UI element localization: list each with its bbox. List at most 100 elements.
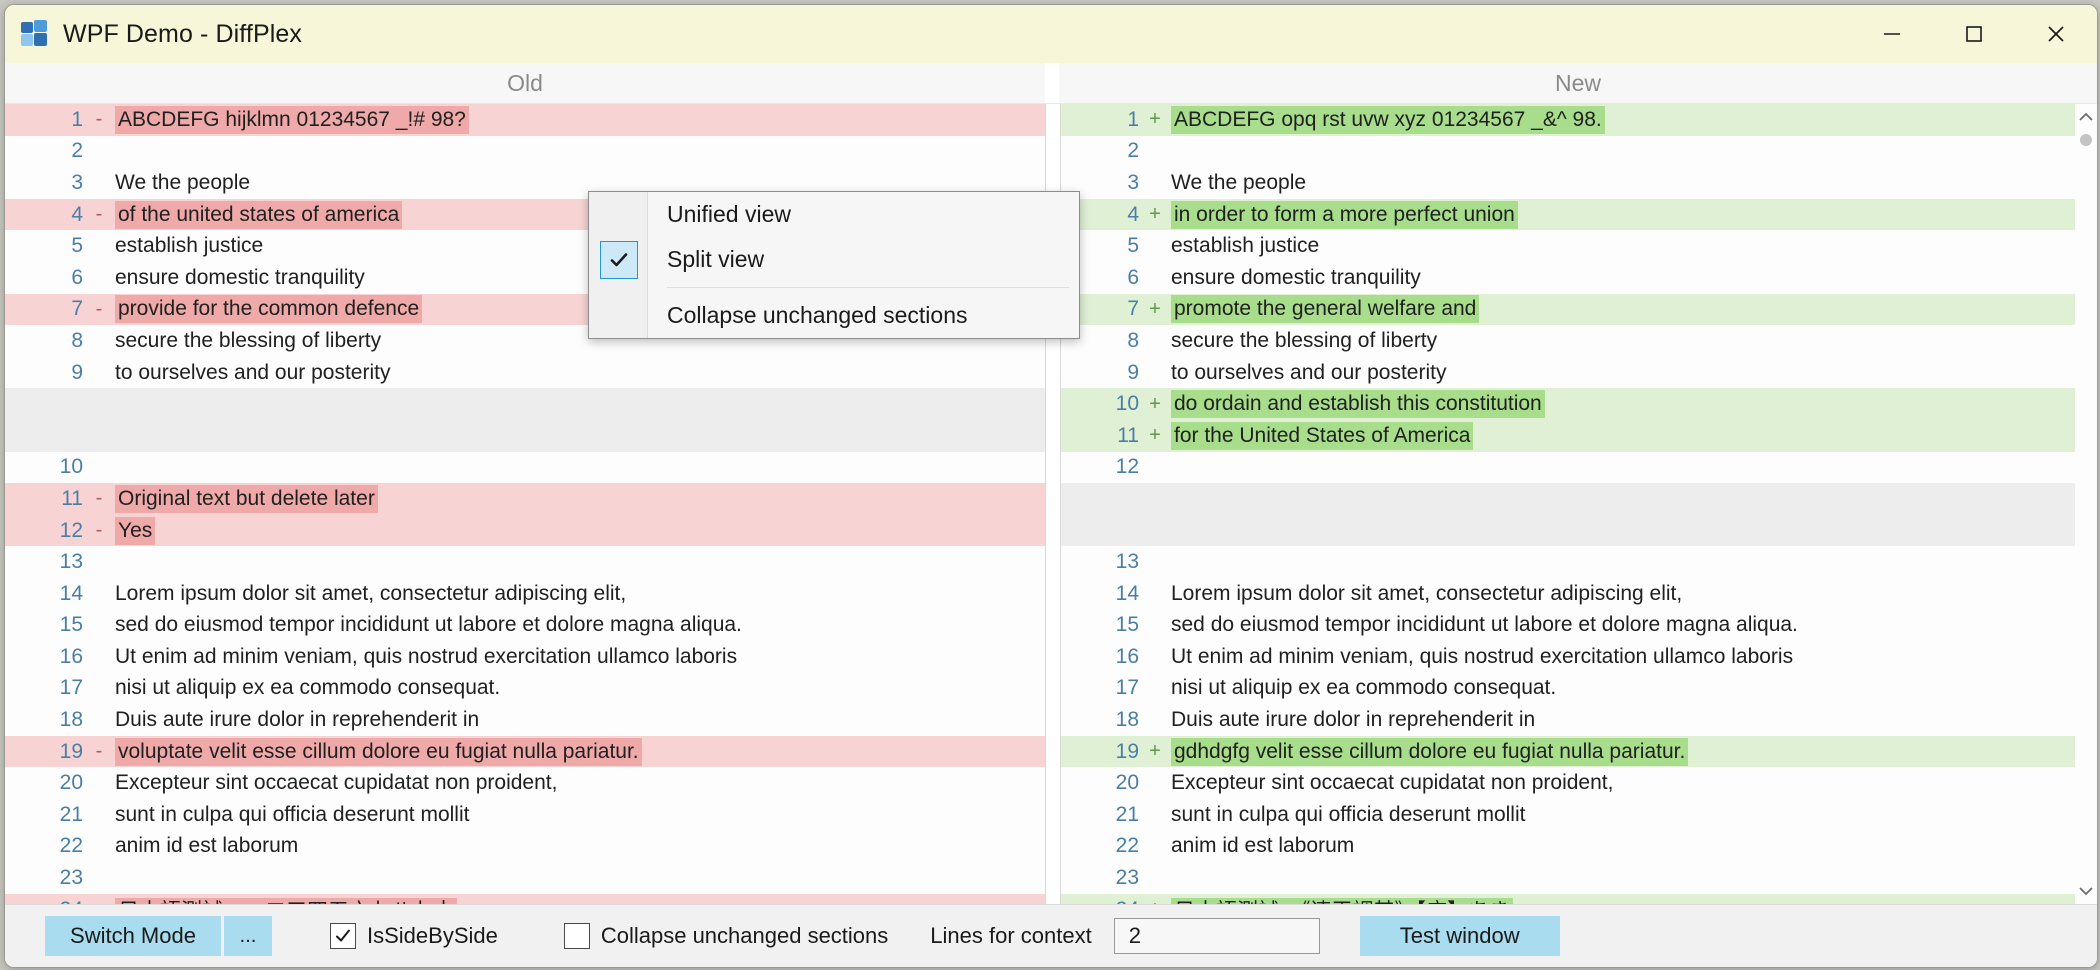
- vertical-scrollbar[interactable]: [2075, 104, 2097, 904]
- diff-row[interactable]: 21sunt in culpa qui officia deserunt mol…: [1061, 799, 2097, 831]
- is-side-by-side-checkbox[interactable]: IsSideBySide: [330, 923, 498, 949]
- diff-row[interactable]: 6ensure domestic tranquility: [1061, 262, 2097, 294]
- diff-line-text: 日本語測試：一二三四五六七八九十: [113, 895, 457, 904]
- line-number: 11: [1061, 424, 1141, 448]
- diff-row[interactable]: 9to ourselves and our posterity: [5, 357, 1045, 389]
- lines-for-context-input[interactable]: 2: [1114, 918, 1320, 954]
- line-number: 17: [5, 676, 85, 700]
- diff-row[interactable]: 1-ABCDEFG hijklmn 01234567 _!# 98?: [5, 104, 1045, 136]
- diff-row[interactable]: 5establish justice: [1061, 230, 2097, 262]
- diff-row[interactable]: 15sed do eiusmod tempor incididunt ut la…: [5, 610, 1045, 642]
- diff-row[interactable]: [1061, 483, 2097, 515]
- diff-row[interactable]: [1061, 515, 2097, 547]
- diff-line-text: nisi ut aliquip ex ea commodo consequat.: [113, 676, 500, 700]
- diff-line-text: to ourselves and our posterity: [113, 361, 390, 385]
- diff-row[interactable]: 23: [5, 862, 1045, 894]
- diff-row[interactable]: [5, 388, 1045, 420]
- new-diff-pane[interactable]: 1+ABCDEFG opq rst uvw xyz 01234567 _&^ 9…: [1061, 104, 2097, 904]
- test-window-button[interactable]: Test window: [1360, 916, 1560, 956]
- diff-row[interactable]: 24+日本語測試：《連平調其》【庄】あき: [1061, 894, 2097, 904]
- maximize-icon[interactable]: [1933, 5, 2015, 63]
- diff-row[interactable]: 16Ut enim ad minim veniam, quis nostrud …: [5, 641, 1045, 673]
- diff-panes: 1-ABCDEFG hijklmn 01234567 _!# 98?23We t…: [5, 104, 2097, 904]
- diff-row[interactable]: 1+ABCDEFG opq rst uvw xyz 01234567 _&^ 9…: [1061, 104, 2097, 136]
- scrollbar-track[interactable]: [2075, 130, 2097, 878]
- diff-row[interactable]: 7+promote the general welfare and: [1061, 294, 2097, 326]
- menu-item-label: Unified view: [589, 201, 791, 228]
- diff-row[interactable]: [5, 420, 1045, 452]
- diff-line-text: Duis aute irure dolor in reprehenderit i…: [113, 708, 479, 732]
- diff-row[interactable]: 4+in order to form a more perfect union: [1061, 199, 2097, 231]
- diff-row[interactable]: 12: [1061, 452, 2097, 484]
- lines-for-context-label: Lines for context: [930, 923, 1091, 949]
- diff-row[interactable]: 23: [1061, 862, 2097, 894]
- line-number: 16: [1061, 645, 1141, 669]
- diff-line-text: 日本語測試：《連平調其》【庄】あき: [1169, 895, 1513, 904]
- menu-item-collapse-unchanged[interactable]: Collapse unchanged sections: [589, 293, 1079, 338]
- diff-row[interactable]: 12-Yes: [5, 515, 1045, 547]
- diff-sign: -: [85, 203, 113, 226]
- line-number: 4: [5, 203, 85, 227]
- line-number: 5: [5, 234, 85, 258]
- diff-row[interactable]: 14Lorem ipsum dolor sit amet, consectetu…: [5, 578, 1045, 610]
- diff-row[interactable]: 8secure the blessing of liberty: [1061, 325, 2097, 357]
- diff-row[interactable]: 20Excepteur sint occaecat cupidatat non …: [1061, 767, 2097, 799]
- diff-highlight: provide for the common defence: [115, 295, 422, 323]
- diff-row[interactable]: 19-voluptate velit esse cillum dolore eu…: [5, 736, 1045, 768]
- line-number: 8: [5, 329, 85, 353]
- collapse-unchanged-checkbox[interactable]: Collapse unchanged sections: [564, 923, 888, 949]
- line-number: 19: [1061, 740, 1141, 764]
- switch-mode-button[interactable]: Switch Mode: [45, 916, 221, 956]
- diff-sign: -: [85, 740, 113, 763]
- diff-row[interactable]: 22anim id est laborum: [5, 831, 1045, 863]
- line-number: 6: [5, 266, 85, 290]
- diff-row[interactable]: 13: [1061, 546, 2097, 578]
- diff-row[interactable]: 18Duis aute irure dolor in reprehenderit…: [5, 704, 1045, 736]
- app-window-icon: [21, 20, 49, 48]
- scrollbar-thumb[interactable]: [2080, 134, 2092, 146]
- diff-row[interactable]: 14Lorem ipsum dolor sit amet, consectetu…: [1061, 578, 2097, 610]
- line-number: 20: [5, 771, 85, 795]
- scroll-down-arrow[interactable]: [2075, 878, 2097, 904]
- scroll-up-arrow[interactable]: [2075, 104, 2097, 130]
- diff-row[interactable]: 11-Original text but delete later: [5, 483, 1045, 515]
- diff-row[interactable]: 2: [5, 136, 1045, 168]
- diff-row[interactable]: 20Excepteur sint occaecat cupidatat non …: [5, 767, 1045, 799]
- line-number: 16: [5, 645, 85, 669]
- close-icon[interactable]: [2015, 5, 2097, 63]
- diff-row[interactable]: 16Ut enim ad minim veniam, quis nostrud …: [1061, 641, 2097, 673]
- view-context-menu[interactable]: Unified view Split view Collapse unchang…: [588, 191, 1080, 339]
- title-bar: WPF Demo - DiffPlex: [5, 5, 2097, 63]
- diff-row[interactable]: 19+gdhdgfg velit esse cillum dolore eu f…: [1061, 736, 2097, 768]
- diff-row[interactable]: 17 nisi ut aliquip ex ea commodo consequa…: [5, 673, 1045, 705]
- diff-row[interactable]: 18Duis aute irure dolor in reprehenderit…: [1061, 704, 2097, 736]
- diff-row[interactable]: 24-日本語測試：一二三四五六七八九十: [5, 894, 1045, 904]
- diff-row[interactable]: 10+do ordain and establish this constitu…: [1061, 388, 2097, 420]
- menu-item-unified-view[interactable]: Unified view: [589, 192, 1079, 237]
- column-headers: Old New: [5, 63, 2097, 104]
- diff-row[interactable]: 17nisi ut aliquip ex ea commodo consequa…: [1061, 673, 2097, 705]
- diff-row[interactable]: 10: [5, 452, 1045, 484]
- diff-row[interactable]: 22anim id est laborum: [1061, 831, 2097, 863]
- diff-row[interactable]: 3We the people: [1061, 167, 2097, 199]
- line-number: 13: [5, 550, 85, 574]
- check-icon: [600, 241, 638, 279]
- diff-row[interactable]: 21sunt in culpa qui officia deserunt mol…: [5, 799, 1045, 831]
- minimize-icon[interactable]: [1851, 5, 1933, 63]
- diff-row[interactable]: 11+for the United States of America: [1061, 420, 2097, 452]
- diff-sign: +: [1141, 740, 1169, 763]
- diff-row[interactable]: 2: [1061, 136, 2097, 168]
- diff-sign: -: [85, 519, 113, 542]
- diff-row[interactable]: 9to ourselves and our posterity: [1061, 357, 2097, 389]
- diff-line-text: provide for the common defence: [113, 297, 422, 321]
- bottom-toolbar: Switch Mode ... IsSideBySide Collapse un…: [5, 904, 2097, 967]
- diff-row[interactable]: 13: [5, 546, 1045, 578]
- diff-row[interactable]: 15sed do eiusmod tempor incididunt ut la…: [1061, 610, 2097, 642]
- menu-item-split-view[interactable]: Split view: [589, 237, 1079, 282]
- checkbox-box[interactable]: [564, 923, 590, 949]
- line-number: 15: [1061, 613, 1141, 637]
- checkbox-box[interactable]: [330, 923, 356, 949]
- more-options-button[interactable]: ...: [224, 916, 272, 956]
- line-number: 17: [1061, 676, 1141, 700]
- diff-line-text: voluptate velit esse cillum dolore eu fu…: [113, 740, 642, 764]
